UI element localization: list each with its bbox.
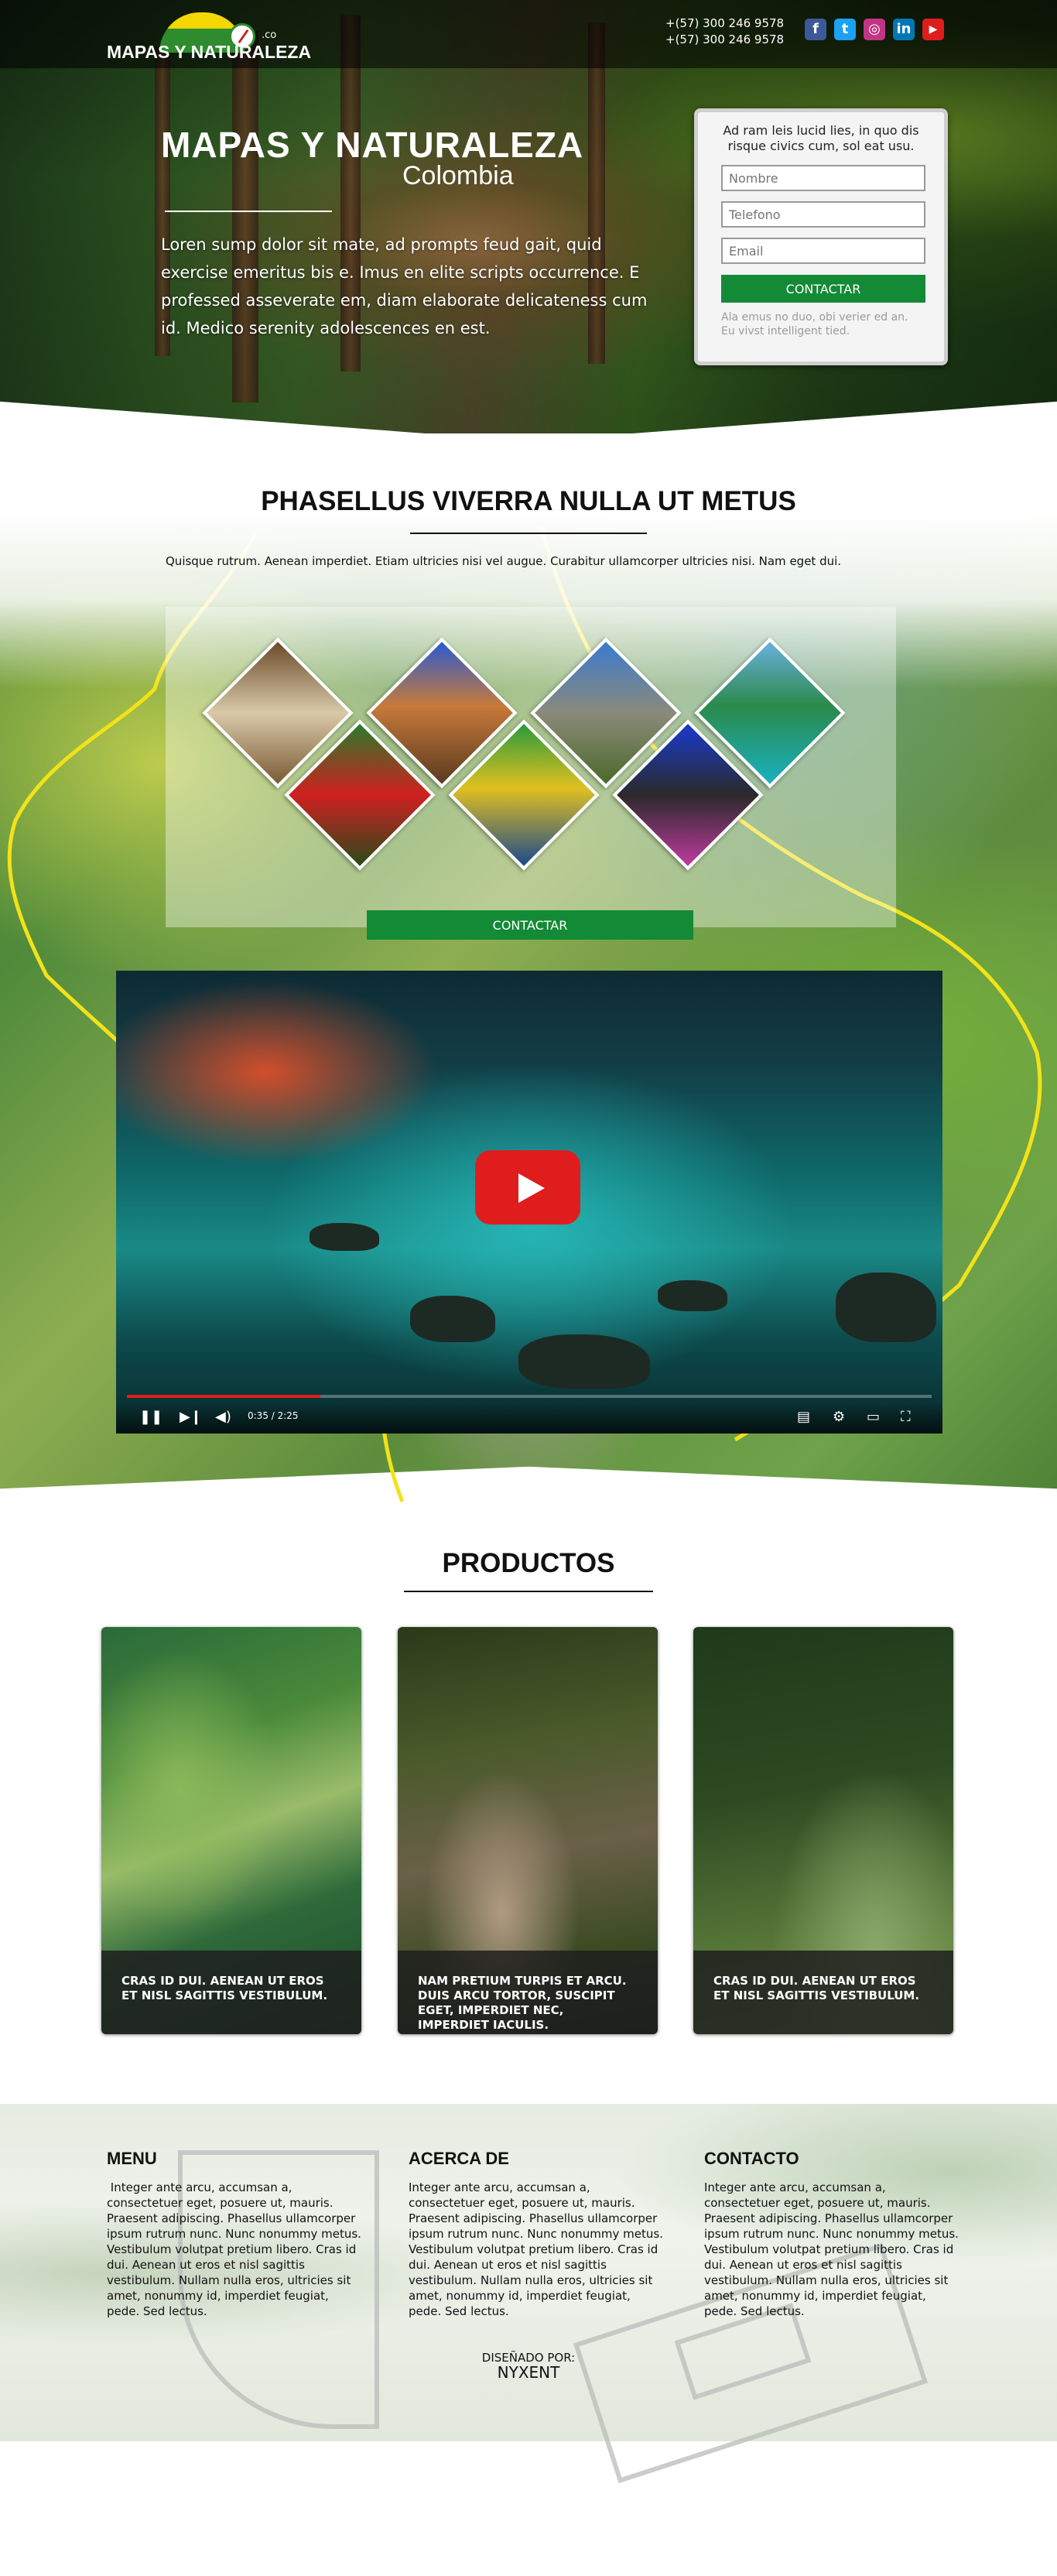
logo-domain: .co (262, 29, 277, 41)
video-controls: ❚❚ ▶❙ ◀) 0:35 / 2:25 ▤ ⚙ ▭ ⛶ (116, 1401, 942, 1434)
logo-text: MAPAS Y NATURALEZA (107, 42, 312, 62)
footer-text: Integer ante arcu, accumsan a, consectet… (704, 2180, 959, 2318)
product-caption: CRAS ID DUI. AENEAN UT EROS ET NISL SAGI… (101, 1951, 361, 2034)
contact-form: Ad ram leis lucid lies, in quo dis risqu… (694, 108, 948, 365)
footer-text: Integer ante arcu, accumsan a, consectet… (107, 2180, 361, 2318)
youtube-icon[interactable]: ▶ (922, 19, 944, 40)
video-player[interactable]: ❚❚ ▶❙ ◀) 0:35 / 2:25 ▤ ⚙ ▭ ⛶ (116, 971, 942, 1434)
hero-subtitle: Colombia (402, 161, 514, 190)
settings-gear-icon[interactable]: ⚙ (833, 1409, 845, 1425)
product-card[interactable]: CRAS ID DUI. AENEAN UT EROS ET NISL SAGI… (101, 1627, 361, 2034)
map-section-description: Quisque rutrum. Aenean imperdiet. Etiam … (166, 554, 842, 568)
twitter-icon[interactable]: t (834, 19, 856, 40)
hero-title: MAPAS Y NATURALEZA (161, 125, 584, 165)
play-button[interactable] (475, 1150, 580, 1225)
fullscreen-icon[interactable]: ⛶ (901, 1409, 911, 1425)
phone-number[interactable]: +(57) 300 246 9578 (665, 15, 784, 32)
facebook-icon[interactable]: f (805, 19, 826, 40)
rock (658, 1280, 727, 1311)
instagram-icon[interactable]: ◎ (864, 19, 885, 40)
video-progress-bar[interactable] (127, 1395, 932, 1398)
phone-field[interactable] (721, 201, 925, 228)
top-bar: .co MAPAS Y NATURALEZA +(57) 300 246 957… (0, 0, 1057, 68)
linkedin-icon[interactable]: in (893, 19, 915, 40)
form-heading: Ad ram leis lucid lies, in quo dis risqu… (723, 123, 919, 153)
rock (836, 1273, 936, 1342)
footer-heading: MENU (107, 2149, 157, 2168)
footer-text: Integer ante arcu, accumsan a, consectet… (409, 2180, 663, 2318)
product-card[interactable]: NAM PRETIUM TURPIS ET ARCU. DUIS ARCU TO… (398, 1627, 658, 2034)
form-footnote: Ala emus no duo, obi verier ed an. Eu vi… (721, 311, 908, 337)
name-field[interactable] (721, 165, 925, 191)
hero-divider (165, 211, 332, 212)
gallery-contact-button[interactable]: CONTACTAR (367, 910, 693, 940)
rock (518, 1334, 650, 1389)
contact-submit-button[interactable]: CONTACTAR (721, 275, 925, 303)
hero-description: Loren sump dolor sit mate, ad prompts fe… (161, 235, 648, 337)
footer-about-column: ACERCA DE Integer ante arcu, accumsan a,… (409, 2149, 664, 2319)
footer-contact-column: CONTACTO Integer ante arcu, accumsan a, … (704, 2149, 960, 2319)
map-section-title: PHASELLUS VIVERRA NULLA UT METUS (261, 486, 796, 516)
theater-mode-icon[interactable]: ▭ (867, 1409, 880, 1425)
video-progress-fill (127, 1395, 320, 1398)
pause-icon[interactable]: ❚❚ (139, 1409, 162, 1425)
phone-number[interactable]: +(57) 300 246 9578 (665, 32, 784, 48)
rock (410, 1296, 495, 1342)
footer-heading: CONTACTO (704, 2149, 799, 2168)
phone-numbers: +(57) 300 246 9578 +(57) 300 246 9578 (665, 15, 784, 48)
designer-credit: DISEÑADO POR: NYXENT (472, 2351, 585, 2380)
footer-menu-column: MENU Integer ante arcu, accumsan a, cons… (107, 2149, 362, 2319)
rock (310, 1223, 379, 1251)
credit-name[interactable]: NYXENT (472, 2365, 585, 2380)
products-title: PRODUCTOS (442, 1548, 615, 1578)
site-logo[interactable]: .co MAPAS Y NATURALEZA (107, 5, 316, 63)
next-icon[interactable]: ▶❙ (180, 1409, 202, 1425)
email-field[interactable] (721, 238, 925, 264)
video-time: 0:35 / 2:25 (248, 1410, 299, 1421)
footer-heading: ACERCA DE (409, 2149, 509, 2168)
volume-icon[interactable]: ◀) (215, 1409, 231, 1425)
product-card[interactable]: CRAS ID DUI. AENEAN UT EROS ET NISL SAGI… (693, 1627, 953, 2034)
product-caption: NAM PRETIUM TURPIS ET ARCU. DUIS ARCU TO… (398, 1951, 658, 2034)
product-caption: CRAS ID DUI. AENEAN UT EROS ET NISL SAGI… (693, 1951, 953, 2034)
map-title-divider (410, 533, 647, 534)
products-title-divider (404, 1591, 653, 1592)
social-links: f t ◎ in ▶ (805, 19, 944, 40)
captions-icon[interactable]: ▤ (797, 1409, 810, 1425)
